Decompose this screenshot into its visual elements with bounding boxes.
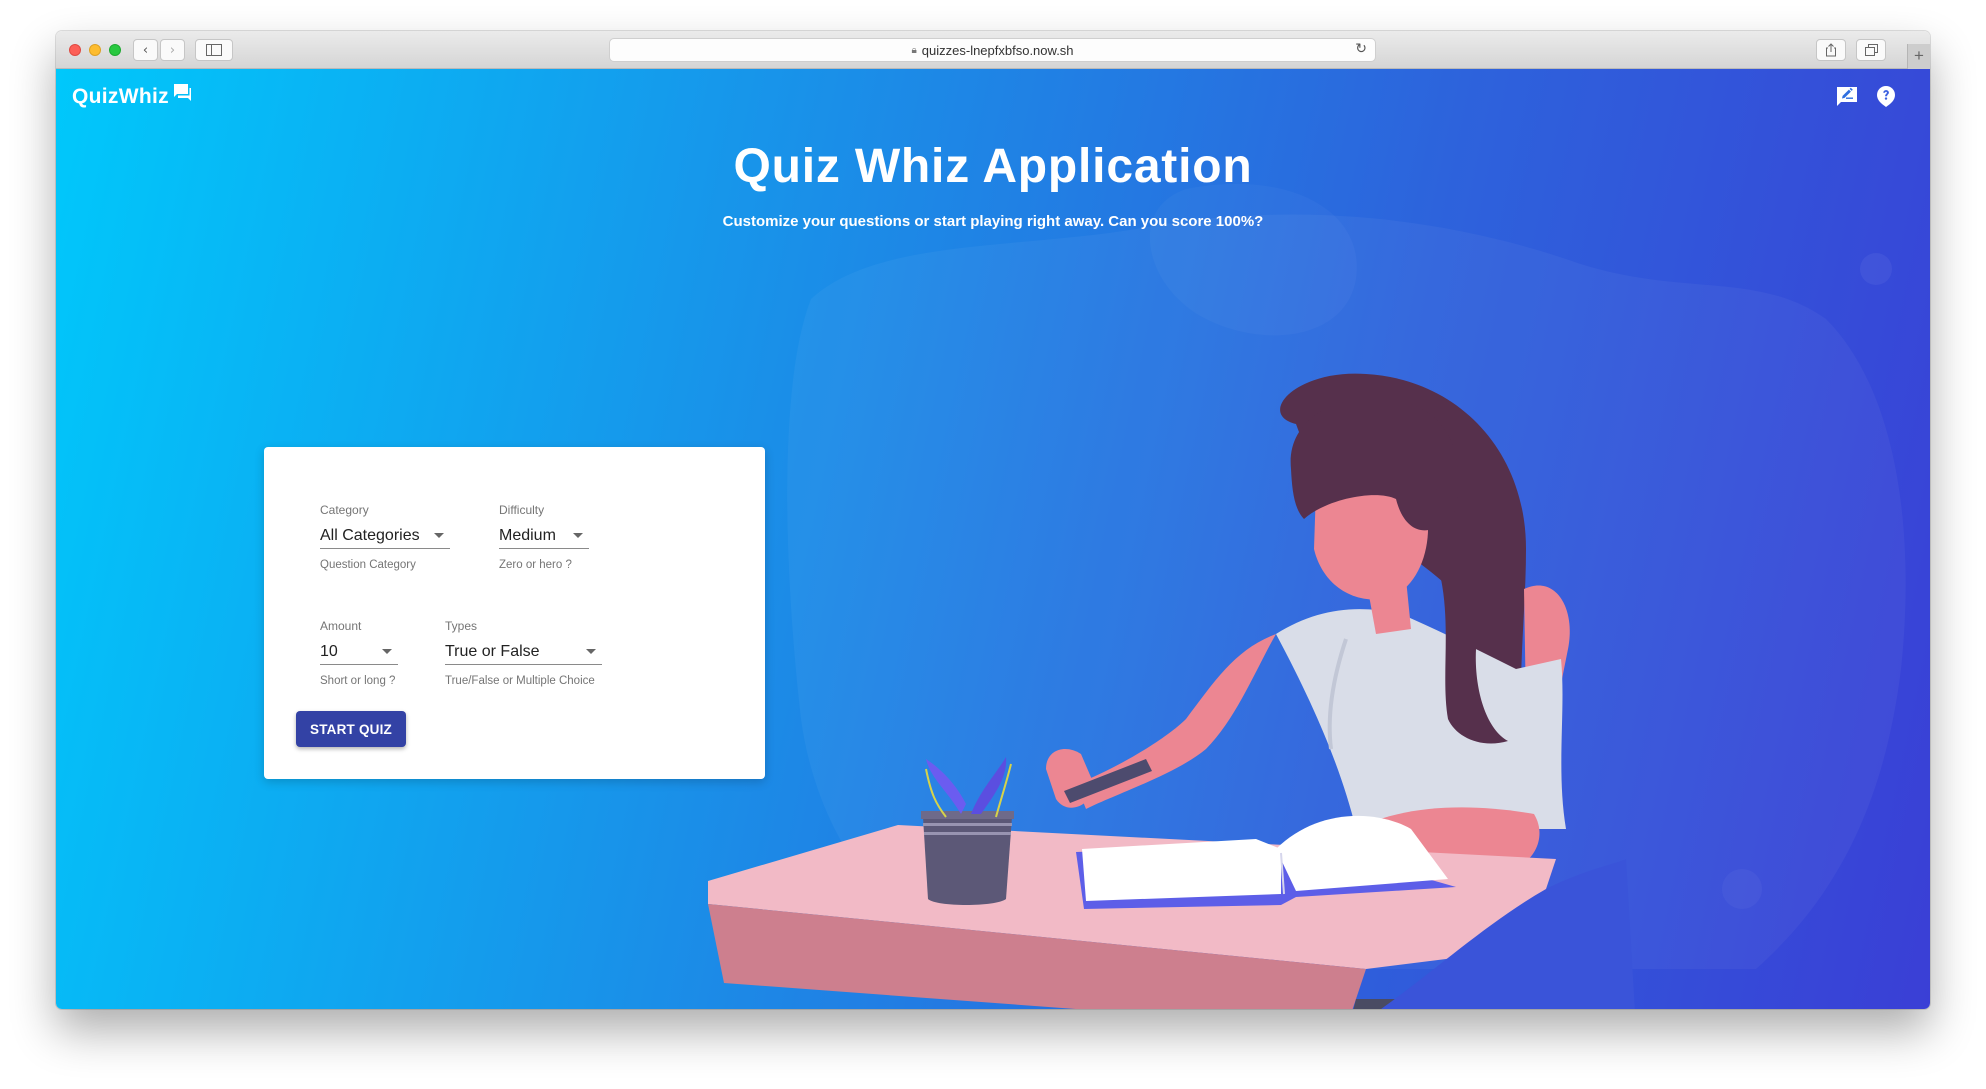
back-button[interactable]: ‹ [133, 39, 158, 61]
address-bar[interactable]: 🔒︎ quizzes-lnepfxbfso.now.sh ↻ [609, 38, 1376, 62]
browser-titlebar: ‹ › 🔒︎ quizzes-lnepfxbfso.now.sh ↻ + [56, 31, 1930, 69]
woman-studying-illustration [708, 373, 1635, 1009]
close-window-icon[interactable] [69, 44, 81, 56]
tabs-icon [1864, 44, 1878, 56]
share-icon [1826, 43, 1836, 57]
forward-icon: › [169, 42, 176, 58]
url-text: quizzes-lnepfxbfso.now.sh [921, 42, 1074, 58]
reload-icon[interactable]: ↻ [1355, 41, 1367, 57]
sidebar-button[interactable] [195, 39, 233, 61]
minimize-window-icon[interactable] [89, 44, 101, 56]
back-icon: ‹ [142, 42, 149, 58]
sidebar-icon [206, 44, 222, 56]
new-tab-icon[interactable]: + [1907, 44, 1930, 69]
browser-window: ‹ › 🔒︎ quizzes-lnepfxbfso.now.sh ↻ + Qui… [56, 31, 1930, 1009]
share-button[interactable] [1816, 39, 1846, 61]
page-content: QuizWhiz Quiz Whiz Application Customize… [56, 69, 1930, 1009]
lock-icon: 🔒︎ [911, 44, 917, 56]
tabs-button[interactable] [1856, 39, 1886, 61]
forward-button[interactable]: › [160, 39, 185, 61]
zoom-window-icon[interactable] [109, 44, 121, 56]
